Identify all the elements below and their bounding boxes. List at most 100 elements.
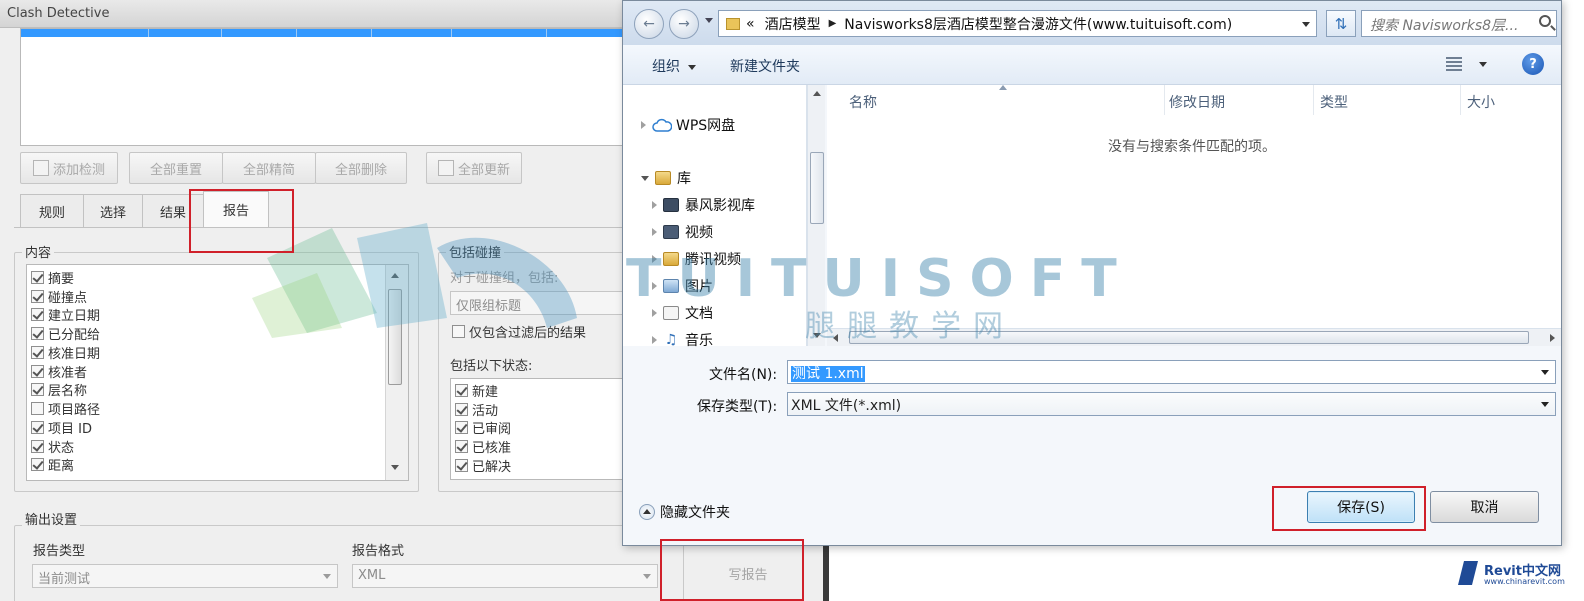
selected-test-row[interactable]: [21, 29, 631, 37]
help-icon[interactable]: ?: [1522, 53, 1544, 75]
nav-item-videos[interactable]: 视频: [652, 222, 713, 242]
filename-value[interactable]: 测试 1.xml: [791, 366, 865, 382]
expand-icon[interactable]: [652, 228, 657, 236]
scroll-thumb[interactable]: [810, 152, 824, 224]
breadcrumb-item[interactable]: 酒店模型: [765, 14, 821, 34]
reset-all-button[interactable]: 全部重置: [129, 152, 223, 184]
checkbox[interactable]: [455, 403, 468, 416]
cloud-icon: [652, 118, 672, 132]
column-separator[interactable]: [1313, 85, 1314, 115]
expand-icon[interactable]: [641, 121, 646, 129]
checkbox[interactable]: [31, 327, 44, 340]
checkbox[interactable]: [31, 346, 44, 359]
column-header-modified[interactable]: 修改日期: [1169, 92, 1225, 112]
status-item[interactable]: 已解决: [455, 456, 511, 475]
organize-menu[interactable]: 组织: [652, 56, 696, 76]
status-item[interactable]: 已审阅: [455, 418, 511, 437]
contents-item[interactable]: 距离: [31, 455, 74, 474]
column-header-name[interactable]: 名称: [849, 92, 877, 112]
checkbox[interactable]: [31, 421, 44, 434]
collapse-up-icon[interactable]: [639, 504, 655, 520]
chevron-down-icon[interactable]: [1541, 370, 1549, 375]
address-bar[interactable]: « 酒店模型 ▶ Navisworks8层酒店模型整合漫游文件(www.tuit…: [718, 10, 1317, 37]
column-header-type[interactable]: 类型: [1320, 92, 1348, 112]
delete-all-button[interactable]: 全部删除: [315, 152, 407, 184]
column-separator[interactable]: [1164, 85, 1165, 115]
checkbox[interactable]: [31, 383, 44, 396]
tests-list[interactable]: [20, 28, 632, 146]
scroll-right-icon[interactable]: [1550, 334, 1555, 342]
dialog-toolbar: 组织 新建文件夹 ?: [623, 45, 1561, 85]
search-box[interactable]: 搜索 Navisworks8层...: [1361, 10, 1557, 37]
breadcrumb-item[interactable]: Navisworks8层酒店模型整合漫游文件(www.tuituisoft.co…: [844, 14, 1232, 34]
address-dropdown-icon[interactable]: [1302, 22, 1310, 27]
highlight-save-button: [1272, 486, 1426, 531]
site-logo-url: www.chinarevit.com: [1484, 577, 1565, 586]
filename-input[interactable]: 测试 1.xml: [787, 360, 1556, 384]
breadcrumb-separator-icon[interactable]: ▶: [829, 18, 837, 29]
checkbox[interactable]: [31, 458, 44, 471]
scroll-up-icon[interactable]: [813, 91, 821, 96]
column-header-size[interactable]: 大小: [1467, 92, 1495, 112]
checkbox[interactable]: [31, 402, 44, 415]
new-folder-button[interactable]: 新建文件夹: [730, 56, 800, 76]
contents-item[interactable]: 建立日期: [31, 305, 100, 324]
contents-item[interactable]: 已分配给: [31, 324, 100, 343]
view-options-icon[interactable]: [1446, 57, 1462, 71]
checkbox[interactable]: [31, 290, 44, 303]
refresh-button[interactable]: ⇅: [1326, 10, 1356, 37]
nav-item-music[interactable]: ♫ 音乐: [652, 330, 713, 350]
add-test-button[interactable]: 添加检测: [20, 152, 118, 184]
expand-icon[interactable]: [652, 309, 657, 317]
checkbox[interactable]: [31, 365, 44, 378]
scroll-down-icon[interactable]: [391, 465, 399, 470]
contents-item[interactable]: 层名称: [31, 380, 87, 399]
contents-item[interactable]: 摘要: [31, 268, 74, 287]
collapse-icon[interactable]: [641, 175, 649, 181]
tab-rules[interactable]: 规则: [20, 194, 84, 227]
status-item[interactable]: 活动: [455, 400, 498, 419]
status-item[interactable]: 新建: [455, 381, 498, 400]
organize-label: 组织: [652, 59, 680, 75]
expand-icon[interactable]: [652, 201, 657, 209]
statuses-list[interactable]: 新建 活动 已审阅 已核准 已解决: [450, 378, 633, 480]
compact-all-button[interactable]: 全部精简: [222, 152, 316, 184]
checkbox[interactable]: [455, 459, 468, 472]
contents-item[interactable]: 核准日期: [31, 343, 100, 362]
tab-selection[interactable]: 选择: [83, 194, 143, 227]
contents-item[interactable]: 项目 ID: [31, 418, 92, 437]
back-button[interactable]: ←: [634, 9, 664, 39]
nav-item-label: 音乐: [685, 333, 713, 349]
hide-folders-toggle[interactable]: 隐藏文件夹: [639, 502, 730, 522]
report-format-select[interactable]: XML: [352, 564, 658, 588]
checkbox[interactable]: [31, 440, 44, 453]
nav-item-wps-drive[interactable]: WPS网盘: [641, 115, 735, 135]
breadcrumb-overflow[interactable]: «: [746, 16, 755, 32]
contents-item[interactable]: 项目路径: [31, 399, 100, 418]
nav-item-baofeng[interactable]: 暴风影视库: [652, 195, 755, 215]
checkbox[interactable]: [455, 440, 468, 453]
checkbox[interactable]: [31, 308, 44, 321]
reset-all-label: 全部重置: [149, 162, 202, 178]
checkbox[interactable]: [31, 271, 44, 284]
contents-item[interactable]: 碰撞点: [31, 287, 87, 306]
forward-button[interactable]: →: [669, 9, 699, 39]
cancel-button[interactable]: 取消: [1430, 491, 1539, 523]
filetype-select[interactable]: XML 文件(*.xml): [787, 392, 1556, 416]
expand-icon[interactable]: [652, 336, 657, 344]
recent-locations-dropdown[interactable]: [705, 18, 713, 23]
checkbox[interactable]: [455, 384, 468, 397]
view-dropdown-icon[interactable]: [1479, 62, 1487, 67]
contents-item[interactable]: 核准者: [31, 362, 87, 381]
search-icon[interactable]: [1539, 15, 1551, 27]
chevron-down-icon[interactable]: [1541, 402, 1549, 407]
nav-item-library[interactable]: 库: [641, 168, 691, 188]
column-separator[interactable]: [1460, 85, 1461, 115]
update-all-button[interactable]: 全部更新: [426, 152, 522, 184]
contents-item-label: 项目路径: [48, 403, 101, 418]
chevron-down-icon: [643, 574, 651, 579]
report-type-select[interactable]: 当前测试: [32, 564, 338, 588]
checkbox[interactable]: [455, 421, 468, 434]
status-item[interactable]: 已核准: [455, 437, 511, 456]
contents-item[interactable]: 状态: [31, 437, 74, 456]
